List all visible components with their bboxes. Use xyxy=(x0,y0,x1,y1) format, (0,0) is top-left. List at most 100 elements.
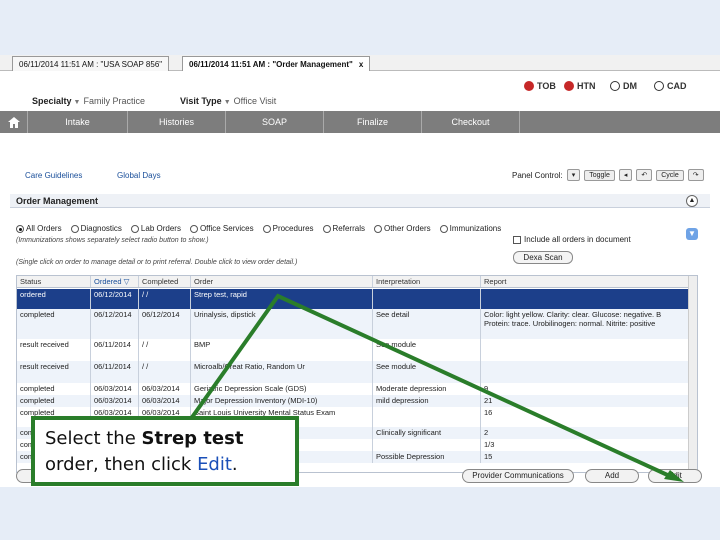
dexa-scan-button[interactable]: Dexa Scan xyxy=(513,251,573,264)
specialty-value: Family Practice xyxy=(83,96,145,106)
filter-all-orders[interactable]: All Orders xyxy=(16,224,62,233)
chevron-down-icon: ▼ xyxy=(223,99,231,106)
table-row[interactable]: completed 06/12/2014 06/12/2014 Urinalysis,… xyxy=(17,309,697,339)
include-all-label: Include all orders in document xyxy=(524,235,631,244)
filter-office-services[interactable]: Office Services xyxy=(189,224,254,233)
alert-htn[interactable]: HTN xyxy=(564,81,596,91)
radio-icon xyxy=(439,224,448,233)
nav-finalize[interactable]: Finalize xyxy=(324,111,422,133)
cell-text: 06/03/2014 xyxy=(142,384,180,393)
column-header-status[interactable]: Status xyxy=(17,276,91,287)
cell-text: Urinalysis, dipstick xyxy=(194,310,256,319)
filter-diagnostics[interactable]: Diagnostics xyxy=(70,224,122,233)
cell-text: ordered xyxy=(20,290,46,299)
nav-soap[interactable]: SOAP xyxy=(226,111,324,133)
filter-label: All Orders xyxy=(26,224,62,233)
cell-completed: 06/03/2014 xyxy=(139,383,191,395)
global-days-link[interactable]: Global Days xyxy=(117,171,161,180)
filter-referrals[interactable]: Referrals xyxy=(322,224,365,233)
filter-label: Diagnostics xyxy=(80,224,122,233)
grid-header-row: Status Ordered ▽ Completed Order Interpr… xyxy=(17,276,697,288)
cell-text: / / xyxy=(142,290,149,299)
undo-icon[interactable]: ↶ xyxy=(636,169,653,181)
cell-report xyxy=(481,289,690,309)
cell-text: See detail xyxy=(376,310,410,319)
cell-report: 16 xyxy=(481,407,690,427)
nav-checkout[interactable]: Checkout xyxy=(422,111,520,133)
callout-emphasis: Edit xyxy=(197,454,232,475)
radio-icon xyxy=(373,224,382,233)
cell-text: / / xyxy=(142,340,149,349)
specialty-label: Specialty xyxy=(32,96,72,106)
care-guidelines-link[interactable]: Care Guidelines xyxy=(25,171,82,180)
filter-label: Lab Orders xyxy=(140,224,181,233)
panel-dropdown[interactable]: ▾ xyxy=(566,169,581,181)
cycle-button[interactable]: Cycle xyxy=(656,169,684,181)
filter-procedures[interactable]: Procedures xyxy=(262,224,314,233)
cell-text: Color: light yellow. Clarity: clear. Glu… xyxy=(484,310,662,319)
cell-report: 1/3 xyxy=(481,439,690,451)
redo-icon[interactable]: ↷ xyxy=(687,169,704,181)
home-icon[interactable] xyxy=(0,111,28,133)
tab-order-management[interactable]: 06/11/2014 11:51 AM : "Order Management"… xyxy=(182,56,371,71)
filter-lab-orders[interactable]: Lab Orders xyxy=(130,224,181,233)
cell-text: Protein: trace. Urobilinogen: normal. Ni… xyxy=(484,319,656,328)
add-button[interactable]: Add xyxy=(585,469,639,483)
filter-label: Procedures xyxy=(272,224,314,233)
alert-dm[interactable]: DM xyxy=(610,81,637,91)
alert-cad[interactable]: CAD xyxy=(654,81,687,91)
cell-report: 2 xyxy=(481,427,690,439)
visit-type-label: Visit Type xyxy=(180,96,222,106)
table-row[interactable]: result received 06/11/2014 / / Microalb/Cre… xyxy=(17,361,697,383)
provider-communications-button[interactable]: Provider Communications xyxy=(462,469,574,483)
nav-intake[interactable]: Intake xyxy=(28,111,128,133)
cell-text: 06/11/2014 xyxy=(94,340,131,349)
toggle-button[interactable]: Toggle xyxy=(584,169,615,181)
filter-immunizations[interactable]: Immunizations xyxy=(439,224,501,233)
close-icon[interactable]: x xyxy=(359,60,363,69)
column-header-ordered[interactable]: Ordered ▽ xyxy=(91,276,139,287)
table-row[interactable]: completed 06/03/2014 06/03/2014 Geriatric D… xyxy=(17,383,697,395)
cell-status: completed xyxy=(17,309,91,339)
table-row[interactable]: completed 06/03/2014 06/03/2014 Major Depre… xyxy=(17,395,697,407)
column-header-order[interactable]: Order xyxy=(191,276,373,287)
filter-label: Office Services xyxy=(199,224,254,233)
column-header-completed[interactable]: Completed xyxy=(139,276,191,287)
tab-label: 06/11/2014 11:51 AM : "USA SOAP 856" xyxy=(19,60,163,69)
alert-tob[interactable]: TOB xyxy=(524,81,556,91)
cell-text: result received xyxy=(20,362,69,371)
cell-status: result received xyxy=(17,361,91,383)
cell-text: 21 xyxy=(484,396,493,405)
no-smoking-icon xyxy=(524,81,534,91)
cell-text: Major Depression Inventory (MDI-10) xyxy=(194,396,318,405)
chevron-down-icon[interactable]: ▼ xyxy=(686,228,698,240)
include-all-orders-option[interactable]: Include all orders in document xyxy=(513,235,631,244)
cell-order: Urinalysis, dipstick xyxy=(191,309,373,339)
cell-completed: / / xyxy=(139,361,191,383)
prohibit-icon xyxy=(654,81,664,91)
callout-text: Select the xyxy=(45,428,142,449)
table-row[interactable]: result received 06/11/2014 / / BMP See modul… xyxy=(17,339,697,361)
cell-order: Strep test, rapid xyxy=(191,289,373,309)
column-header-report[interactable]: Report xyxy=(481,276,690,287)
cell-report: 21 xyxy=(481,395,690,407)
header-label: Ordered xyxy=(94,277,122,286)
radio-icon xyxy=(70,224,79,233)
edit-button[interactable]: Edit xyxy=(648,469,702,483)
table-row[interactable]: ordered 06/12/2014 / / Strep test, rapid xyxy=(17,289,697,309)
column-header-interpretation[interactable]: Interpretation xyxy=(373,276,481,287)
radio-icon xyxy=(322,224,331,233)
cell-interp: mild depression xyxy=(373,395,481,407)
tab-soap-note[interactable]: 06/11/2014 11:51 AM : "USA SOAP 856" xyxy=(12,56,170,71)
order-management-header: Order Management ▲ xyxy=(10,194,710,208)
nav-histories[interactable]: Histories xyxy=(128,111,226,133)
cell-status: completed xyxy=(17,395,91,407)
specialty-field[interactable]: Specialty ▼ Family Practice xyxy=(32,96,145,106)
grid-scrollbar[interactable] xyxy=(688,276,697,472)
filter-other-orders[interactable]: Other Orders xyxy=(373,224,431,233)
cell-completed: / / xyxy=(139,339,191,361)
chevron-up-icon[interactable]: ▲ xyxy=(686,195,698,207)
cell-text: completed xyxy=(20,310,55,319)
visit-type-field[interactable]: Visit Type ▼ Office Visit xyxy=(180,96,276,106)
arrow-left-icon[interactable]: ◂ xyxy=(618,169,633,181)
